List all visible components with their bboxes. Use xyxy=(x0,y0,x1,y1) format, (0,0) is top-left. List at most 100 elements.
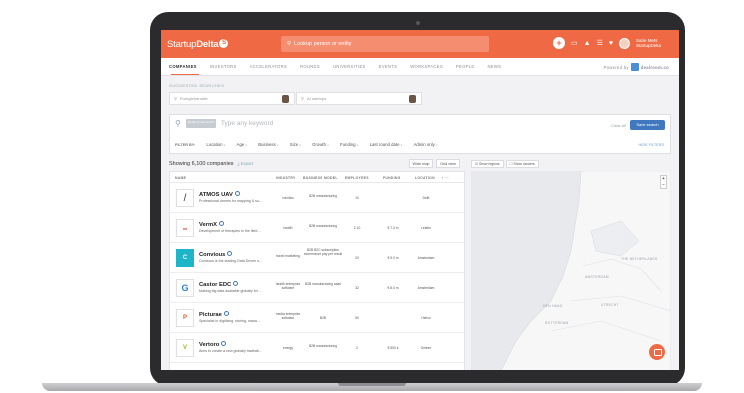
tab-news[interactable]: NEWS xyxy=(487,64,501,69)
map-label-amsterdam: AMSTERDAM xyxy=(585,275,609,279)
suggested-search-right[interactable]: ⚲ AI startups xyxy=(296,92,422,105)
table-row[interactable]: G Castor EDC Making big data available g… xyxy=(170,273,464,303)
table-row[interactable]: / ATMOS UAV Professional drones for mapp… xyxy=(170,183,464,213)
employees-cell: 20 xyxy=(355,256,359,260)
wide-map-button[interactable]: Wide map xyxy=(409,159,433,168)
business-model-cell: B2B manufacturing saas xyxy=(305,282,341,286)
show-regions-checkbox[interactable]: ☑ Show regions xyxy=(471,160,504,168)
employees-cell: 50 xyxy=(355,316,359,320)
global-search-input[interactable]: ⚲ Lookup person or entity xyxy=(281,36,489,52)
tab-companies[interactable]: COMPANIES xyxy=(169,64,197,69)
tab-rounds[interactable]: ROUNDS xyxy=(300,64,320,69)
company-logo: vx xyxy=(176,219,194,237)
employees-cell: 10 xyxy=(355,196,359,200)
company-name[interactable]: Vertoro xyxy=(199,342,219,348)
search-icon: ⚲ xyxy=(287,41,292,47)
table-row[interactable]: V Vertoro Aims to create a new globally … xyxy=(170,333,464,363)
location-cell: Amsterdam xyxy=(417,286,435,290)
person-avatar xyxy=(282,95,289,103)
tab-universities[interactable]: UNIVERSITIES xyxy=(333,64,366,69)
dealroom-logo-icon xyxy=(630,63,639,71)
funding-cell: € 500 k xyxy=(387,346,399,350)
map-land xyxy=(501,171,671,370)
camera-dot xyxy=(416,21,420,25)
result-count: Showing 6,100 companies ⤓ Export xyxy=(169,161,254,167)
employees-cell: 2 xyxy=(356,346,358,350)
filter-age[interactable]: Age xyxy=(237,142,248,147)
heart-icon[interactable]: ♥ xyxy=(609,40,613,47)
laptop-notch xyxy=(338,383,406,386)
table-header: NAME INDUSTRY BUSINESS MODEL EMPLOYEES F… xyxy=(170,172,464,183)
keyword-input[interactable]: Type any keyword xyxy=(221,120,273,127)
zoom-out-button[interactable]: − xyxy=(661,182,666,188)
map-view[interactable]: + − THE NETHERLANDS AMSTERDAM UTRECHT DEN… xyxy=(471,171,671,370)
company-name[interactable]: ATMOS UAV xyxy=(199,192,233,198)
filter-funding[interactable]: Funding xyxy=(340,142,359,147)
col-industry[interactable]: INDUSTRY xyxy=(276,176,296,180)
more-columns-icon[interactable]: › ··· xyxy=(442,176,449,180)
table-row[interactable]: vx VermX Development of therapies in the… xyxy=(170,213,464,243)
chat-button[interactable] xyxy=(649,344,665,360)
tab-investors[interactable]: INVESTORS xyxy=(210,64,237,69)
filter-growth[interactable]: Growth xyxy=(312,142,329,147)
table-row[interactable]: C Convious Convious is the leading Data … xyxy=(170,243,464,273)
filter-size[interactable]: Size xyxy=(290,142,301,147)
company-logo: C xyxy=(176,249,194,267)
company-name[interactable]: VermX xyxy=(199,222,217,228)
location-cell: Delft xyxy=(422,196,430,200)
col-location[interactable]: LOCATION xyxy=(415,176,435,180)
clear-all-link[interactable]: Clear All xyxy=(611,123,626,128)
tab-workspaces[interactable]: WORKSPACES xyxy=(410,64,443,69)
filter-location[interactable]: Location xyxy=(206,142,225,147)
inbox-icon[interactable]: ▭ xyxy=(571,39,578,47)
user-info[interactable]: Sarie Mets StartupDelta xyxy=(636,38,661,48)
export-link[interactable]: ⤓ Export xyxy=(238,161,254,166)
user-avatar[interactable] xyxy=(619,37,630,49)
suggested-search-left[interactable]: ⚲ Energietransitie xyxy=(169,92,295,105)
filter-by-label: FILTER BY: xyxy=(175,142,196,147)
table-row[interactable]: P Picturae Specialist in digitizing, sto… xyxy=(170,303,464,333)
map-zoom-control[interactable]: + − xyxy=(660,175,667,189)
company-desc: Aims to create a new globally tradeab... xyxy=(199,349,262,353)
verified-icon xyxy=(223,311,229,316)
col-name[interactable]: NAME xyxy=(175,176,186,180)
bell-icon[interactable]: ▲ xyxy=(584,40,591,47)
company-desc: Development of therapies in the field ..… xyxy=(199,229,262,233)
col-employees[interactable]: EMPLOYEES xyxy=(345,176,369,180)
map-label-rotterdam: ROTTERDAM xyxy=(545,321,569,325)
company-logo: V xyxy=(176,339,194,357)
map-label-netherlands: THE NETHERLANDS xyxy=(621,257,658,261)
save-search-button[interactable]: Save search xyxy=(630,120,665,130)
company-name[interactable]: Castor EDC xyxy=(199,282,231,288)
show-clusters-checkbox[interactable]: ☐ Show clusters xyxy=(505,160,539,168)
hide-filters-link[interactable]: HIDE FILTERS xyxy=(639,143,664,147)
industry-cell: health enterprise software xyxy=(275,282,301,290)
business-model-cell: B2B manufacturing xyxy=(308,194,338,198)
location-cell: Leiden xyxy=(421,226,431,230)
location-cell: Amsterdam xyxy=(417,256,435,260)
location-cell: Heiloo xyxy=(421,316,431,320)
laptop-mockup: StartupDelta S ⚲ Lookup person or entity +… xyxy=(0,0,744,393)
smart-search-toggle[interactable]: Enable Smart search xyxy=(185,119,216,128)
plus-icon[interactable]: + xyxy=(553,37,565,49)
industry-cell: health xyxy=(283,226,293,230)
grid-view-button[interactable]: Grid view xyxy=(436,159,460,168)
map-toolbar: ☑ Show regions ☐ Show clusters xyxy=(471,160,539,168)
main-nav: COMPANIES INVESTORS ACCELERATORS ROUNDS … xyxy=(161,58,679,76)
powered-by[interactable]: Powered by dealroom.co xyxy=(604,63,669,71)
filter-admin-only[interactable]: Admin only xyxy=(414,142,438,147)
filter-business[interactable]: Business xyxy=(258,142,278,147)
col-funding[interactable]: FUNDING xyxy=(383,176,401,180)
list-icon[interactable]: ☰ xyxy=(597,39,603,47)
suggested-searches-title: SUGGESTED SEARCHES xyxy=(169,83,225,88)
filter-last-round[interactable]: Last round date xyxy=(370,142,403,147)
col-business-model[interactable]: BUSINESS MODEL xyxy=(303,176,338,180)
company-name[interactable]: Picturae xyxy=(199,312,222,318)
app-logo[interactable]: StartupDelta S xyxy=(167,38,229,50)
logo-badge: S xyxy=(219,38,229,48)
tab-accelerators[interactable]: ACCELERATORS xyxy=(250,64,287,69)
keyword-search: ⚲ Enable Smart search Type any keyword xyxy=(175,119,273,128)
company-name[interactable]: Convious xyxy=(199,252,225,258)
tab-people[interactable]: PEOPLE xyxy=(456,64,475,69)
tab-events[interactable]: EVENTS xyxy=(379,64,398,69)
